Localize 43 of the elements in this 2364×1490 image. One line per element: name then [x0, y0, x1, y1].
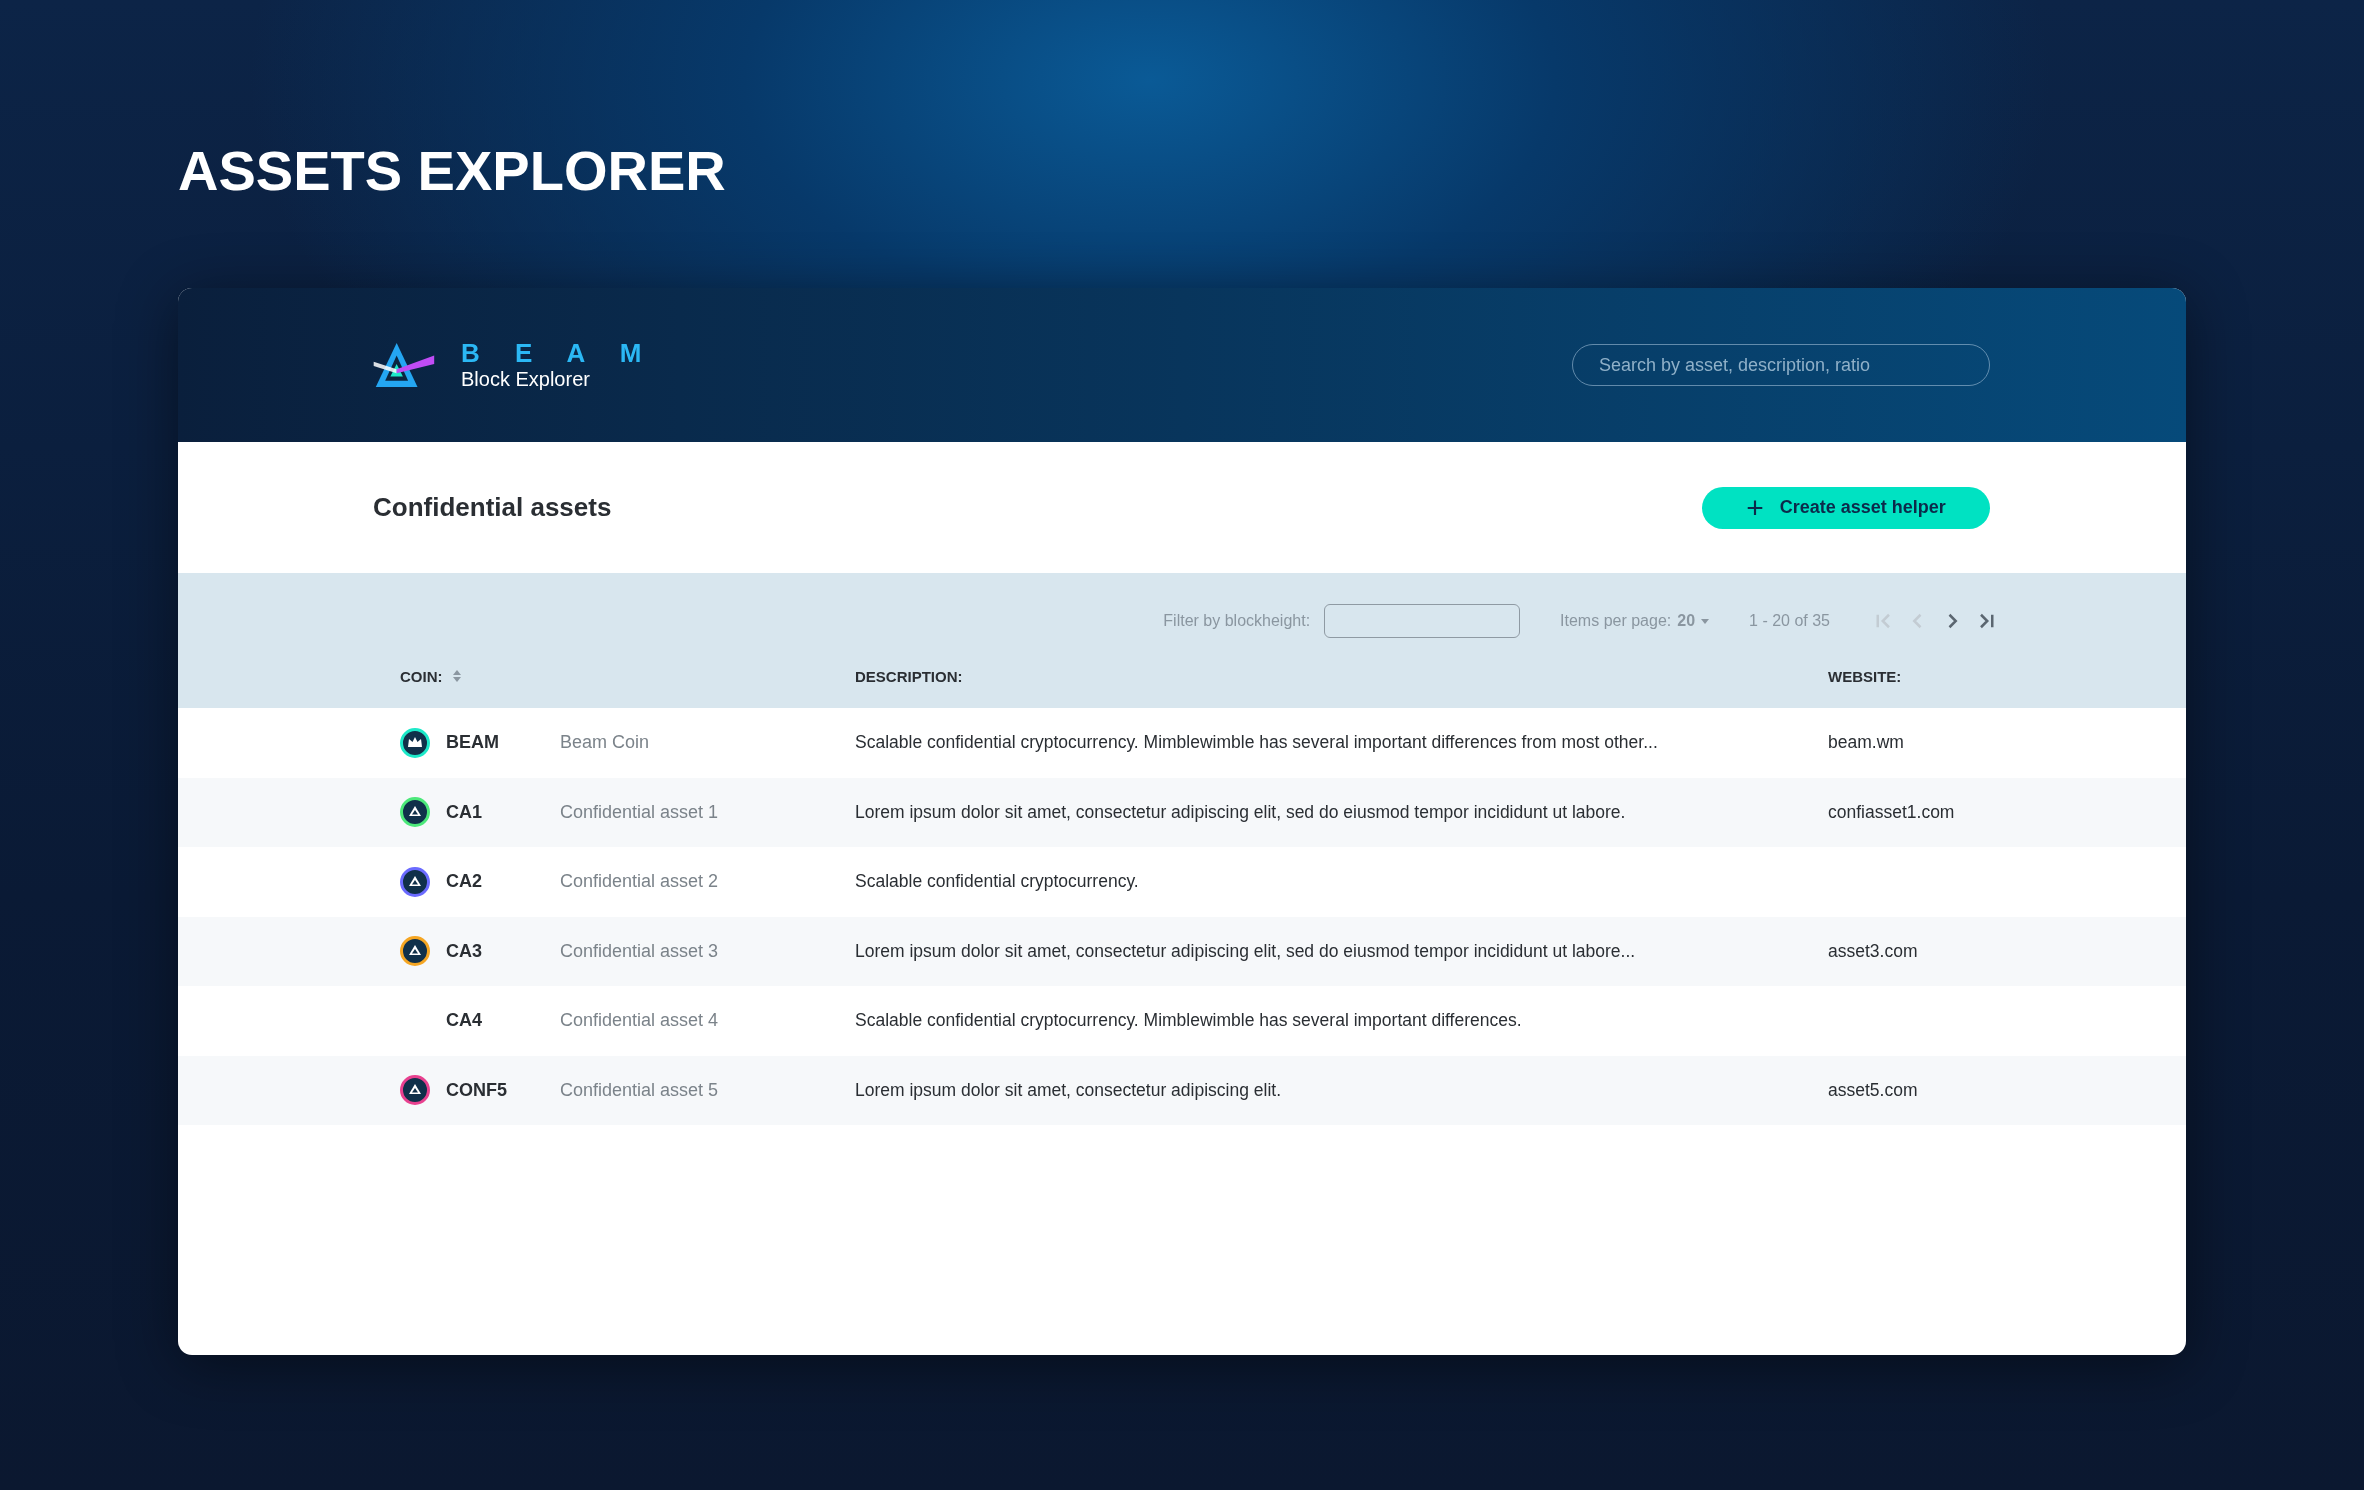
search-field[interactable]: Search by asset, description, ratio — [1572, 344, 1990, 386]
asset-name: Beam Coin — [560, 732, 651, 754]
asset-description: Scalable confidential cryptocurrency. Mimblewimble has several important differences. — [855, 1010, 1523, 1032]
asset-name: Confidential asset 2 — [560, 871, 720, 893]
website-link[interactable]: beam.wm — [1828, 732, 2186, 754]
caret-icon — [1701, 618, 1710, 624]
coin-symbol: BEAM — [446, 732, 500, 754]
column-header: DESCRIPTION: — [855, 667, 964, 685]
asset-description: Lorem ipsum dolor sit amet, consectetur adipiscing elit, sed do eiusmod tempor incididunt ut labore... — [855, 940, 1637, 962]
table-row[interactable]: CONF5 Confidential asset 5 Lorem ipsum dolor sit amet, consectetur adipiscing elit. asset5.com — [178, 1055, 2186, 1125]
table-row[interactable]: CA2 Confidential asset 2 Scalable confidential cryptocurrency. — [178, 847, 2186, 917]
table-row[interactable]: CA1 Confidential asset 1 Lorem ipsum dolor sit amet, consectetur adipiscing elit, sed do eiusmod tempor incididunt ut labore. confiasset1.com — [178, 777, 2186, 847]
website-link[interactable]: confiasset1.com — [1828, 801, 2186, 823]
column-header: COIN: — [400, 667, 443, 685]
table-row[interactable]: BEAM Beam Coin Scalable confidential cryptocurrency. Mimblewimble has several important differences from most other... beam.wm — [178, 708, 2186, 778]
asset-description: Scalable confidential cryptocurrency. — [855, 871, 1140, 893]
coin-symbol: CONF5 — [446, 1079, 508, 1101]
sort-icon[interactable] — [452, 670, 461, 682]
asset-description: Lorem ipsum dolor sit amet, consectetur adipiscing elit, sed do eiusmod tempor incididunt ut labore. — [855, 801, 1627, 823]
brand-subtitle: Block Explorer — [461, 367, 591, 391]
asset-name: Confidential asset 5 — [560, 1079, 720, 1101]
blockheight-field[interactable] — [1324, 604, 1521, 638]
table-row[interactable]: CA4 Confidential asset 4 Scalable confidential cryptocurrency. Mimblewimble has several important differences. — [178, 986, 2186, 1056]
section-title: Confidential assets — [373, 492, 612, 523]
coin-symbol: CA2 — [446, 871, 483, 893]
page-range: 1 - 20 of 35 — [1749, 612, 1830, 630]
asset-name: Confidential asset 1 — [560, 801, 720, 823]
website-link[interactable]: asset5.com — [1828, 1079, 2186, 1101]
asset-name: Confidential asset 3 — [560, 940, 720, 962]
page-title: ASSETS EXPLORER — [178, 138, 727, 204]
create-asset-button[interactable]: + Create asset helper — [1702, 486, 1990, 529]
triangle-logo-icon — [373, 341, 437, 389]
coin-symbol: CA3 — [446, 940, 483, 962]
coin-symbol: CA1 — [446, 801, 483, 823]
brand-name: B E A M — [461, 339, 656, 367]
coin-symbol: CA4 — [446, 1010, 483, 1032]
column-header: WEBSITE: — [1828, 667, 1903, 685]
table-row[interactable]: CA3 Confidential asset 3 Lorem ipsum dolor sit amet, consectetur adipiscing elit, sed do eiusmod tempor incididunt ut labore... asset3.com — [178, 916, 2186, 986]
website-link[interactable]: asset3.com — [1828, 940, 2186, 962]
filter-label: Filter by blockheight: — [1163, 612, 1311, 630]
asset-description: Scalable confidential cryptocurrency. Mimblewimble has several important differences from most other... — [855, 732, 1659, 754]
asset-description: Lorem ipsum dolor sit amet, consectetur adipiscing elit. — [855, 1079, 1283, 1101]
asset-name: Confidential asset 4 — [560, 1010, 720, 1032]
